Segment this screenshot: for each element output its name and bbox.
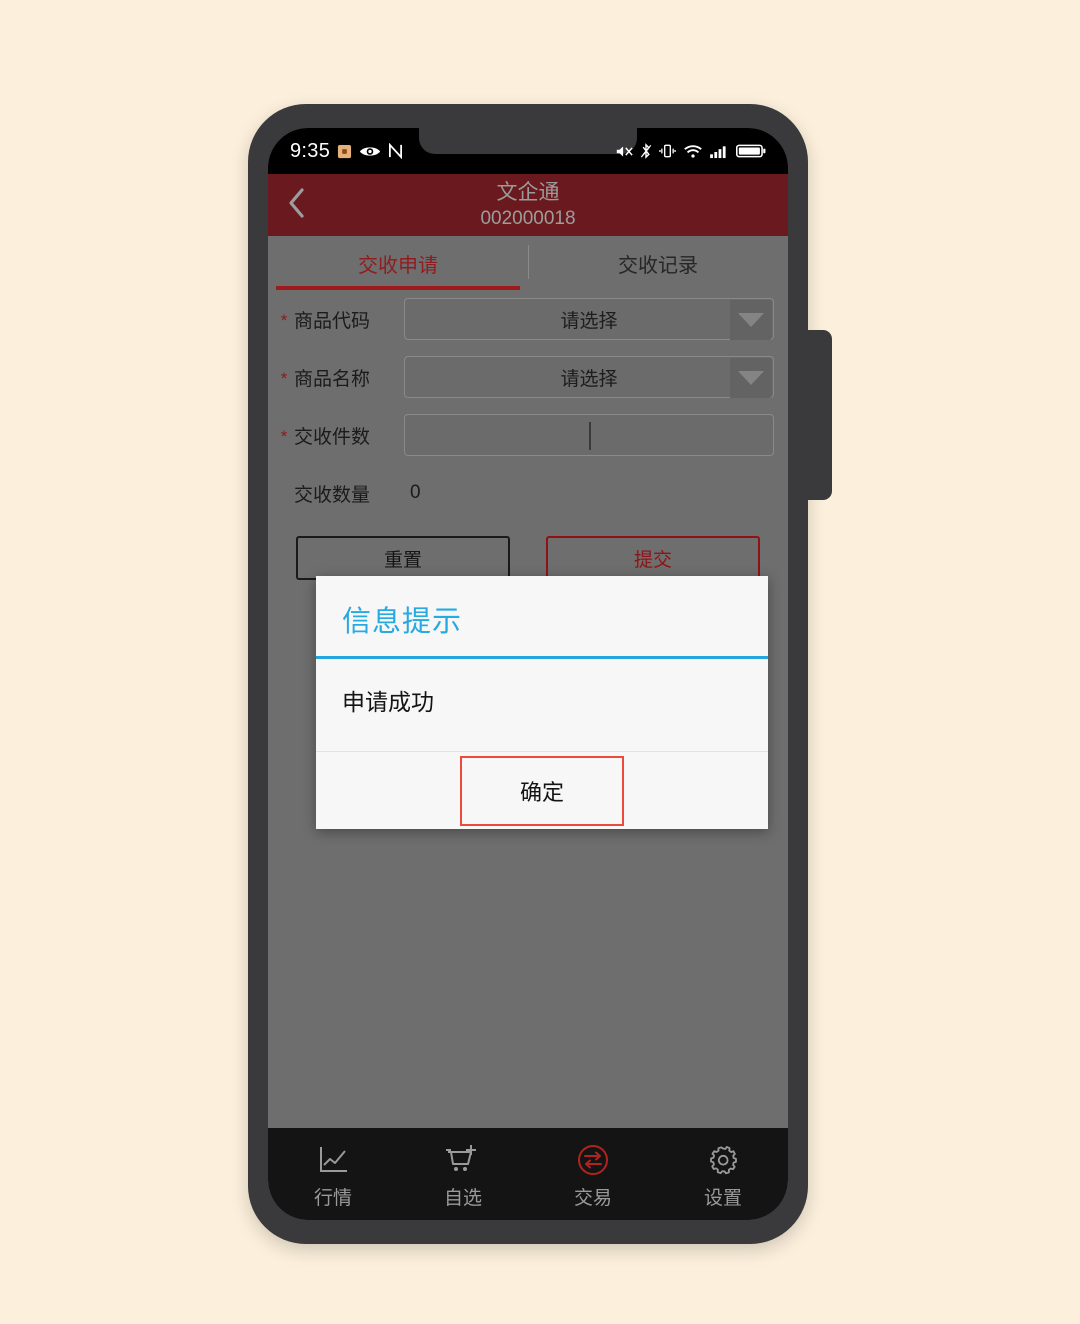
vibrate-icon — [659, 143, 676, 159]
required-marker: * — [280, 426, 288, 446]
page-subtitle: 002000018 — [480, 207, 576, 229]
nav-item-market[interactable]: 行情 — [268, 1128, 398, 1220]
tab-bar: 交收申请 交收记录 — [268, 236, 788, 290]
status-bar-left: 9:35 — [290, 140, 403, 163]
dialog-title-bar: 信息提示 — [316, 576, 768, 659]
form-row-product-code: * 商品代码 请选择 — [268, 290, 788, 348]
tab-label: 交收记录 — [618, 254, 698, 277]
nfc-icon — [388, 143, 403, 159]
form-row-delivery-quantity: 交收数量 0 — [268, 464, 788, 522]
submit-button[interactable]: 提交 — [546, 536, 760, 580]
bluetooth-off-icon — [640, 143, 652, 159]
gear-icon — [706, 1142, 740, 1178]
battery-icon — [736, 143, 766, 159]
status-bar-right — [615, 143, 766, 159]
field-control — [404, 414, 774, 456]
required-marker: * — [280, 368, 288, 388]
product-name-select[interactable]: 请选择 — [404, 356, 774, 398]
field-label: 交收件数 — [294, 426, 371, 448]
delivery-application-form: * 商品代码 请选择 * 商品名称 请选择 * 交收件数 交收数量 0 重置 提… — [268, 290, 788, 580]
cellular-signal-icon — [710, 144, 729, 159]
exchange-circle-icon — [576, 1142, 610, 1178]
page-title: 文企通 — [496, 180, 560, 204]
select-placeholder: 请选择 — [560, 368, 618, 390]
field-control: 请选择 — [404, 298, 774, 340]
power-button[interactable] — [806, 330, 832, 500]
app-badge-icon — [337, 144, 352, 159]
dialog-body: 申请成功 — [316, 659, 768, 751]
field-control: 请选择 — [404, 356, 774, 398]
header-title-group: 文企通 002000018 — [268, 174, 788, 236]
app-header: 文企通 002000018 — [268, 174, 788, 236]
field-label: 商品名称 — [294, 368, 371, 390]
status-time: 9:35 — [290, 139, 331, 162]
product-code-select[interactable]: 请选择 — [404, 298, 774, 340]
tab-label: 交收申请 — [358, 254, 438, 277]
info-dialog: 信息提示 申请成功 确定 — [316, 576, 768, 829]
field-label: 交收数量 — [294, 484, 371, 506]
nav-item-watchlist[interactable]: 自选 — [398, 1128, 528, 1220]
chevron-left-icon — [287, 187, 307, 224]
form-row-product-name: * 商品名称 请选择 — [268, 348, 788, 406]
eye-icon — [359, 144, 381, 159]
nav-label: 行情 — [313, 1188, 352, 1209]
chevron-down-icon[interactable] — [730, 300, 772, 340]
phone-screen: 9:35 文企通 002000018 交收申请 交收记录 * 商品代码 请选择 … — [268, 128, 788, 1220]
delivery-quantity-value: 0 — [410, 482, 421, 503]
nav-label: 自选 — [443, 1188, 482, 1209]
reset-button[interactable]: 重置 — [296, 536, 510, 580]
nav-label: 交易 — [573, 1188, 612, 1209]
cart-plus-icon — [445, 1142, 481, 1178]
nav-item-trade[interactable]: 交易 — [528, 1128, 658, 1220]
dialog-message: 申请成功 — [342, 689, 434, 715]
line-chart-icon — [316, 1142, 350, 1178]
field-control: 0 — [404, 482, 774, 504]
dialog-title: 信息提示 — [342, 606, 463, 638]
status-bar: 9:35 — [268, 128, 788, 174]
wifi-icon — [683, 144, 703, 159]
dialog-footer: 确定 — [316, 751, 768, 829]
dialog-confirm-button[interactable]: 确定 — [460, 755, 624, 826]
field-label: 商品代码 — [294, 310, 371, 332]
chevron-down-icon[interactable] — [730, 358, 772, 398]
delivery-count-input[interactable] — [404, 414, 774, 456]
tab-delivery-records[interactable]: 交收记录 — [528, 236, 788, 290]
display-notch — [419, 128, 637, 154]
text-cursor — [589, 422, 591, 450]
back-button[interactable] — [268, 174, 326, 236]
nav-item-settings[interactable]: 设置 — [658, 1128, 788, 1220]
nav-label: 设置 — [703, 1188, 742, 1209]
mute-icon — [615, 144, 633, 159]
select-placeholder: 请选择 — [560, 310, 618, 332]
required-marker: * — [280, 310, 288, 330]
form-action-row: 重置 提交 — [268, 522, 788, 580]
bottom-navigation-bar: 行情 自选 交易 设置 — [268, 1128, 788, 1220]
tab-delivery-application[interactable]: 交收申请 — [268, 236, 528, 290]
form-row-delivery-count: * 交收件数 — [268, 406, 788, 464]
